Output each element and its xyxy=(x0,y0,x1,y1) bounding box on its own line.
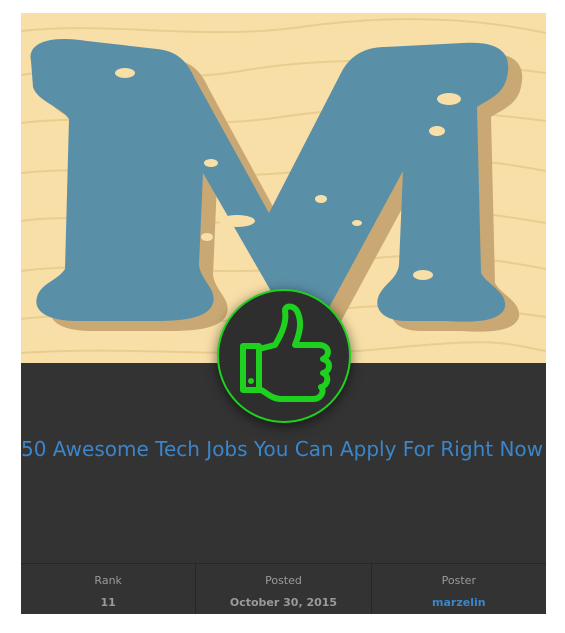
thumbs-up-icon xyxy=(240,303,332,402)
posted-stat: Posted October 30, 2015 xyxy=(196,564,372,614)
posted-value: October 30, 2015 xyxy=(229,596,338,609)
upvote-button[interactable] xyxy=(217,289,351,423)
posted-label: Posted xyxy=(265,574,302,587)
poster-stat: Poster marzelin xyxy=(372,564,546,614)
rank-label: Rank xyxy=(94,574,122,587)
post-card: 50 Awesome Tech Jobs You Can Apply For R… xyxy=(21,13,546,614)
post-stats: Rank 11 Posted October 30, 2015 Poster m… xyxy=(21,563,546,614)
poster-label: Poster xyxy=(441,574,476,587)
rank-value: 11 xyxy=(100,596,116,609)
rank-stat: Rank 11 xyxy=(21,564,197,614)
poster-link[interactable]: marzelin xyxy=(372,596,546,609)
post-title[interactable]: 50 Awesome Tech Jobs You Can Apply For R… xyxy=(21,437,546,461)
